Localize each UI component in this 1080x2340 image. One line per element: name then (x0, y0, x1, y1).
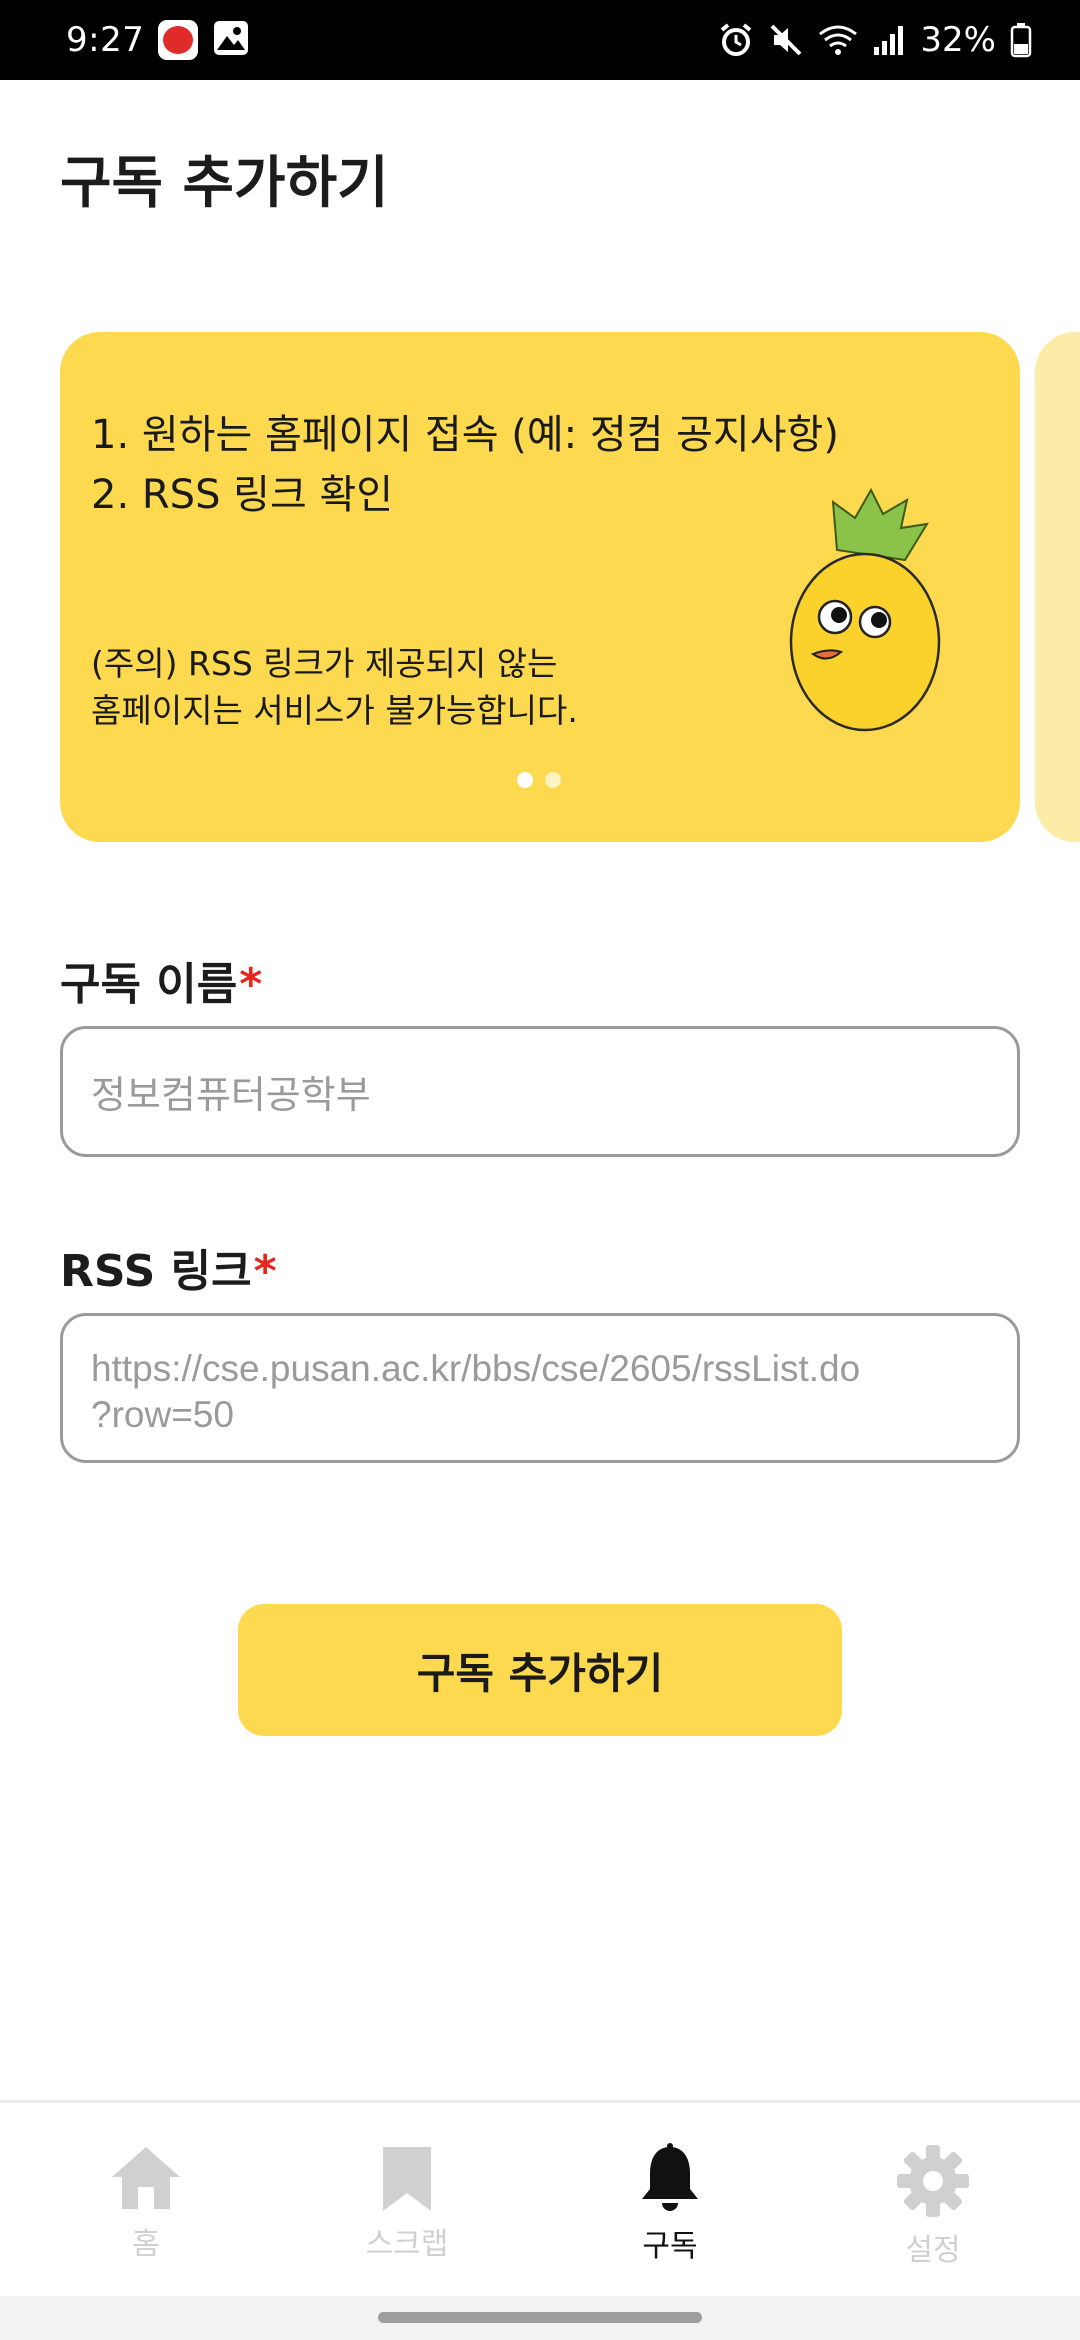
gear-icon (897, 2145, 969, 2217)
guide-step-1: 1. 원하는 홈페이지 접속 (예: 정컴 공지사항) (91, 412, 839, 458)
mute-icon (768, 22, 804, 58)
nav-subscription-label: 구독 (642, 2229, 698, 2264)
required-mark: * (253, 1246, 277, 1297)
home-indicator[interactable] (378, 2312, 702, 2323)
signal-icon (872, 23, 906, 57)
guide-step-2: 2. RSS 링크 확인 (91, 472, 394, 518)
guide-carousel-card[interactable]: 1. 원하는 홈페이지 접속 (예: 정컴 공지사항) 2. RSS 링크 확인… (60, 332, 1020, 842)
page-title: 구독 추가하기 (60, 151, 389, 216)
subscription-name-label-text: 구독 이름 (60, 959, 238, 1010)
nav-settings[interactable]: 설정 (853, 2143, 1013, 2269)
home-icon (112, 2147, 180, 2209)
subscription-name-placeholder: 정보컴퓨터공학부 (91, 1075, 371, 1117)
status-right: 32% (718, 20, 1032, 60)
bookmark-icon (383, 2147, 431, 2211)
rss-link-input[interactable]: https://cse.pusan.ac.kr/bbs/cse/2605/rss… (60, 1313, 1020, 1463)
guide-warning-line-1: (주의) RSS 링크가 제공되지 않는 (91, 644, 558, 683)
nav-scrap-label: 스크랩 (365, 2227, 449, 2262)
bell-icon (642, 2143, 698, 2211)
rss-link-placeholder-line-2: ?row=50 (91, 1394, 234, 1435)
nav-settings-label: 설정 (905, 2233, 961, 2268)
carousel-pagination (517, 772, 561, 788)
status-time: 9:27 (66, 20, 145, 60)
nav-scrap[interactable]: 스크랩 (327, 2143, 487, 2263)
battery-icon (1010, 22, 1032, 58)
nav-subscription[interactable]: 구독 (590, 2143, 750, 2265)
nav-home-label: 홈 (132, 2227, 160, 2262)
gallery-icon (212, 19, 250, 61)
wifi-icon (818, 22, 858, 58)
add-subscription-button[interactable]: 구독 추가하기 (238, 1604, 842, 1736)
nav-home[interactable]: 홈 (66, 2143, 226, 2263)
guide-warning-line-2: 홈페이지는 서비스가 불가능합니다. (91, 691, 578, 730)
battery-percent: 32% (920, 20, 996, 60)
pineapple-mascot-icon (775, 482, 965, 736)
required-mark: * (239, 959, 263, 1010)
carousel-dot[interactable] (545, 772, 561, 788)
subscription-name-label: 구독 이름* (60, 948, 262, 1012)
app-notification-icon (158, 20, 199, 60)
rss-link-label: RSS 링크* (60, 1235, 277, 1299)
rss-link-label-text: RSS 링크 (60, 1246, 252, 1297)
alarm-icon (718, 22, 754, 58)
next-carousel-card[interactable] (1035, 332, 1080, 842)
carousel-dot-active[interactable] (517, 772, 533, 788)
status-bar: 9:27 32% (0, 0, 1080, 80)
status-left: 9:27 (66, 19, 250, 61)
rss-link-placeholder-line-1: https://cse.pusan.ac.kr/bbs/cse/2605/rss… (91, 1348, 861, 1389)
bottom-navigation: 홈 스크랩 구독 설정 (0, 2100, 1080, 2296)
subscription-name-input[interactable]: 정보컴퓨터공학부 (60, 1026, 1020, 1157)
